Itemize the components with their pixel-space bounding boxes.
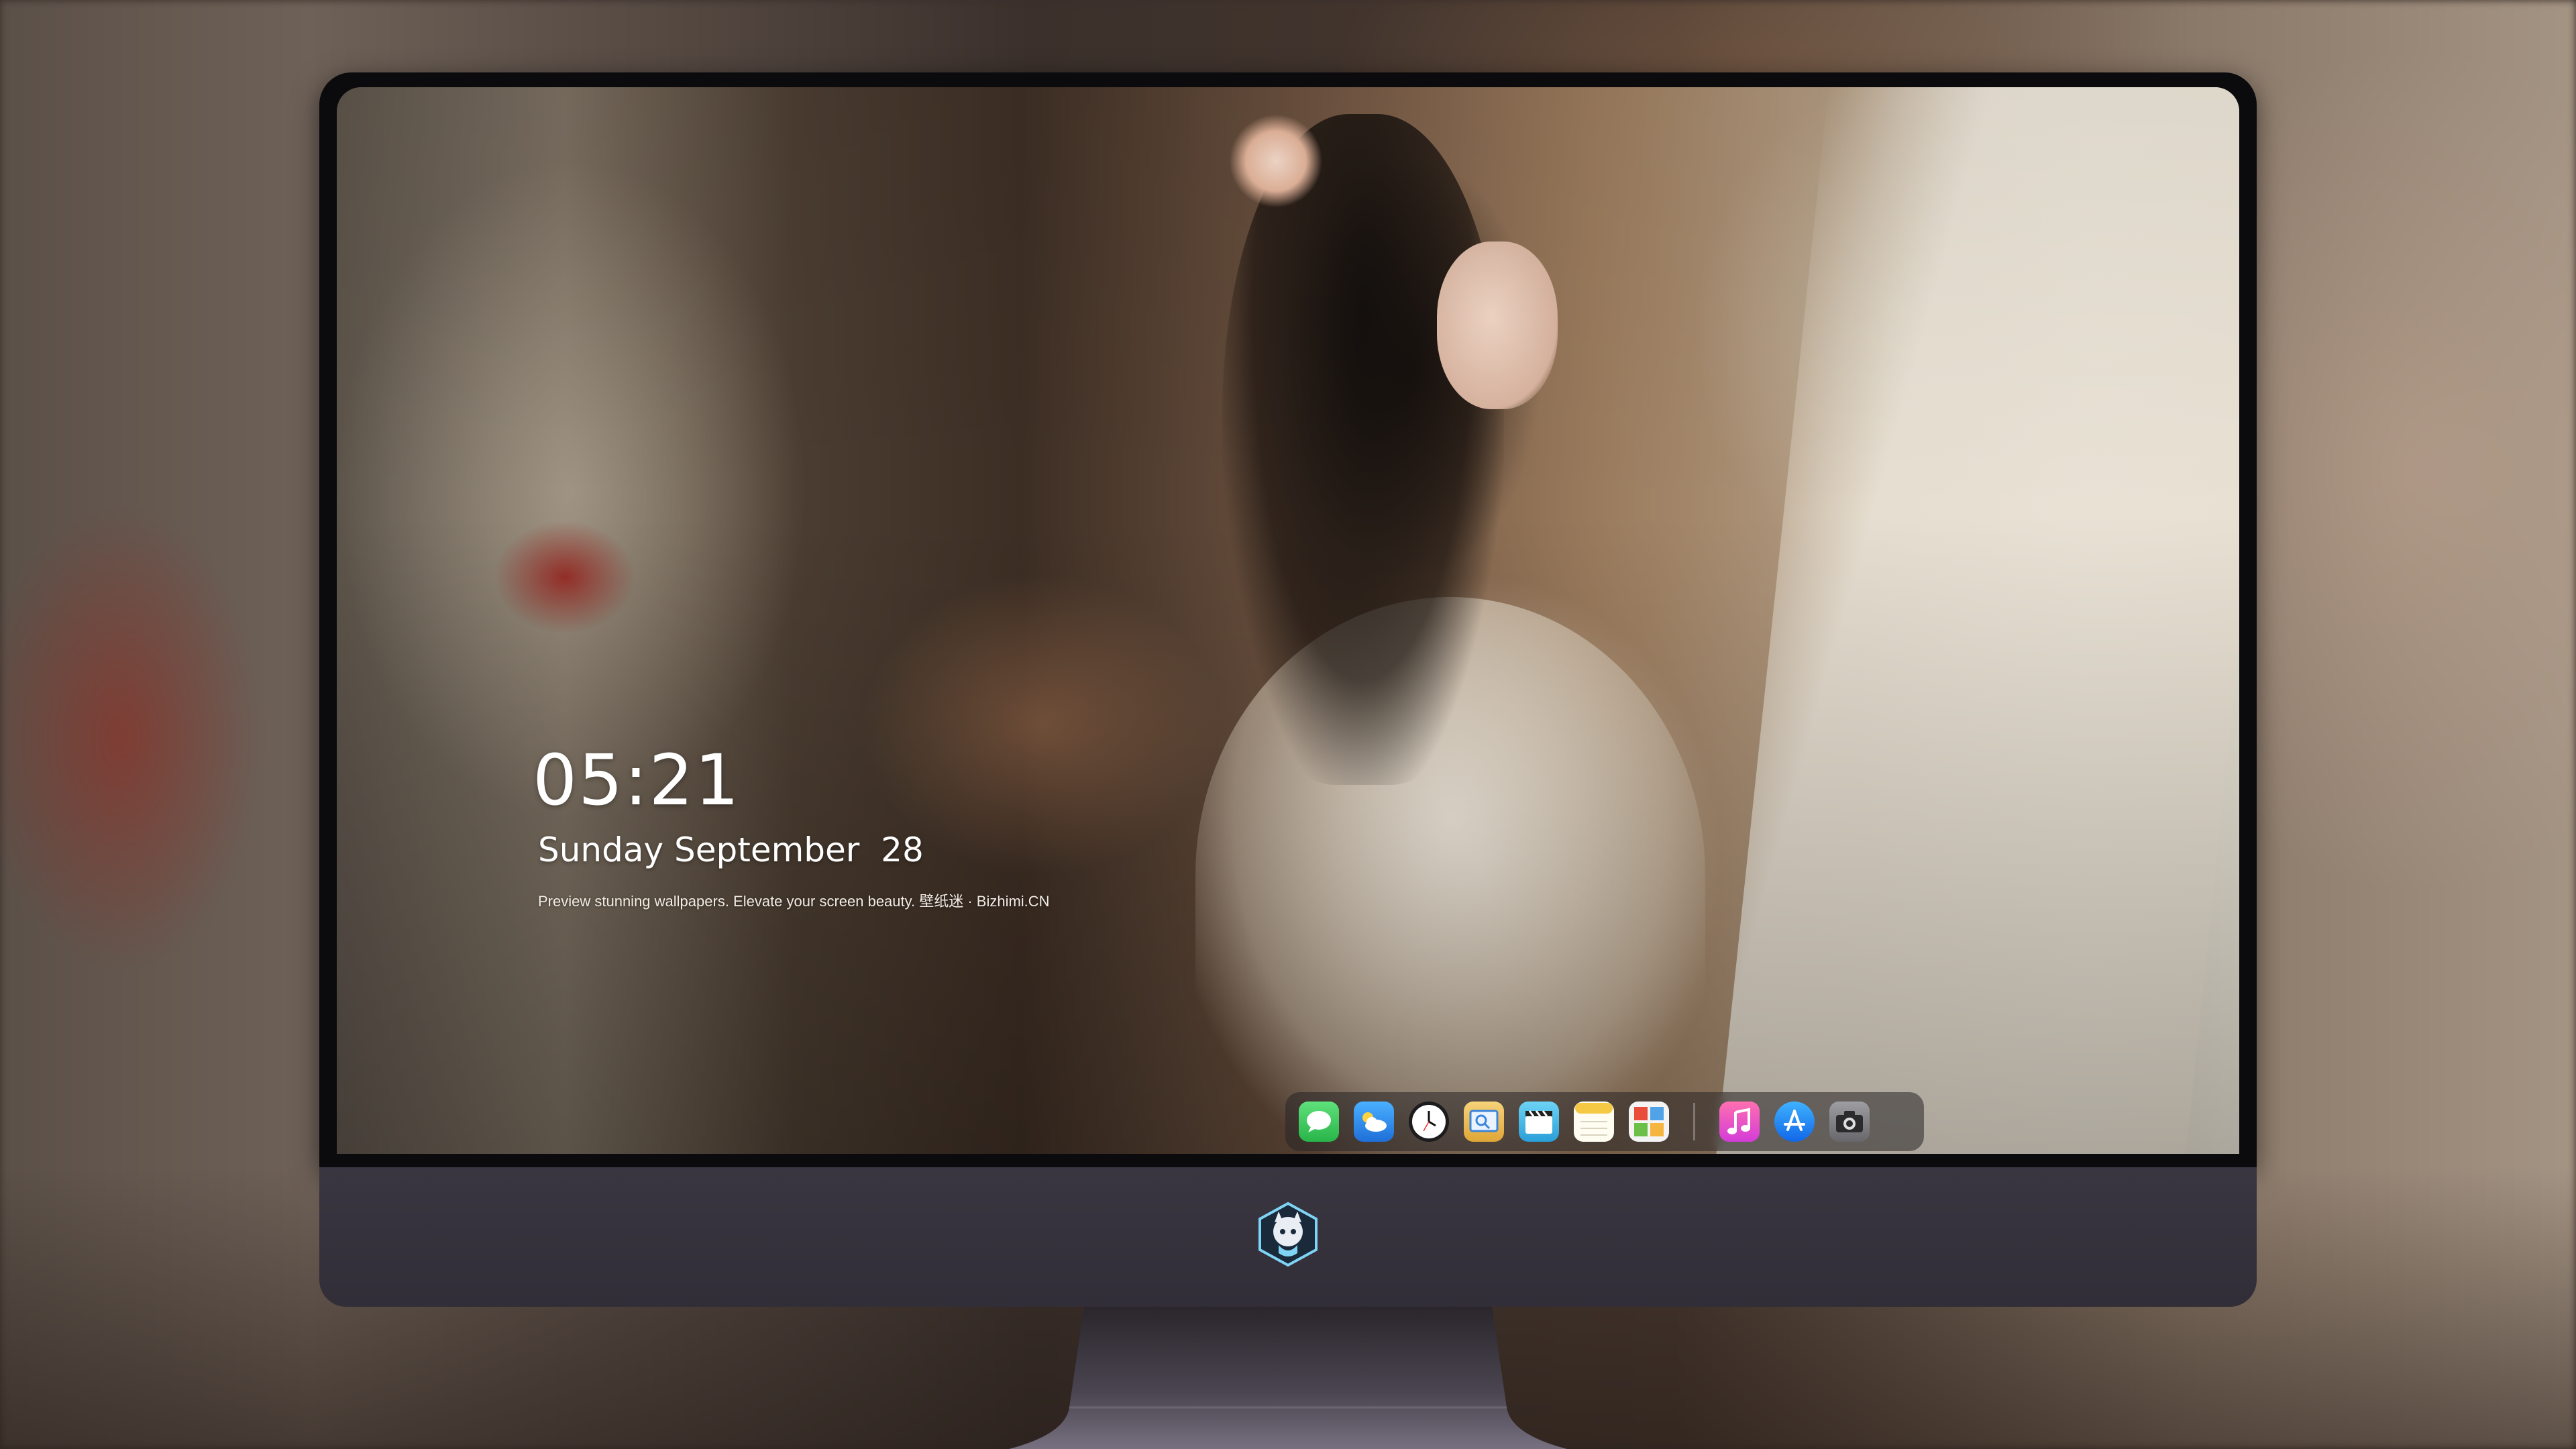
clips-icon[interactable] — [1519, 1102, 1559, 1142]
mascot-logo-icon — [1254, 1201, 1322, 1268]
dock — [1285, 1092, 1924, 1151]
lockscreen-tagline: Preview stunning wallpapers. Elevate you… — [538, 893, 1050, 910]
wallpaper-screen: 05:21 Sunday September 28 Preview stunni… — [337, 87, 2239, 1154]
monitor: 05:21 Sunday September 28 Preview stunni… — [319, 72, 2257, 1307]
photo-booth-icon[interactable] — [1629, 1102, 1669, 1142]
weather-icon[interactable] — [1354, 1102, 1394, 1142]
monitor-stand — [1009, 1307, 1567, 1449]
app-store-icon[interactable] — [1774, 1102, 1815, 1142]
notes-icon[interactable] — [1574, 1102, 1614, 1142]
lockscreen-time: 05:21 — [533, 739, 741, 821]
dock-separator — [1693, 1103, 1695, 1140]
lockscreen-date: Sunday September 28 — [538, 830, 924, 869]
clock-icon[interactable] — [1409, 1102, 1449, 1142]
messages-icon[interactable] — [1299, 1102, 1339, 1142]
preview-icon[interactable] — [1464, 1102, 1504, 1142]
monitor-bezel: 05:21 Sunday September 28 Preview stunni… — [319, 72, 2257, 1167]
music-icon[interactable] — [1719, 1102, 1760, 1142]
camera-icon[interactable] — [1829, 1102, 1870, 1142]
screen-shade — [337, 87, 2239, 1154]
